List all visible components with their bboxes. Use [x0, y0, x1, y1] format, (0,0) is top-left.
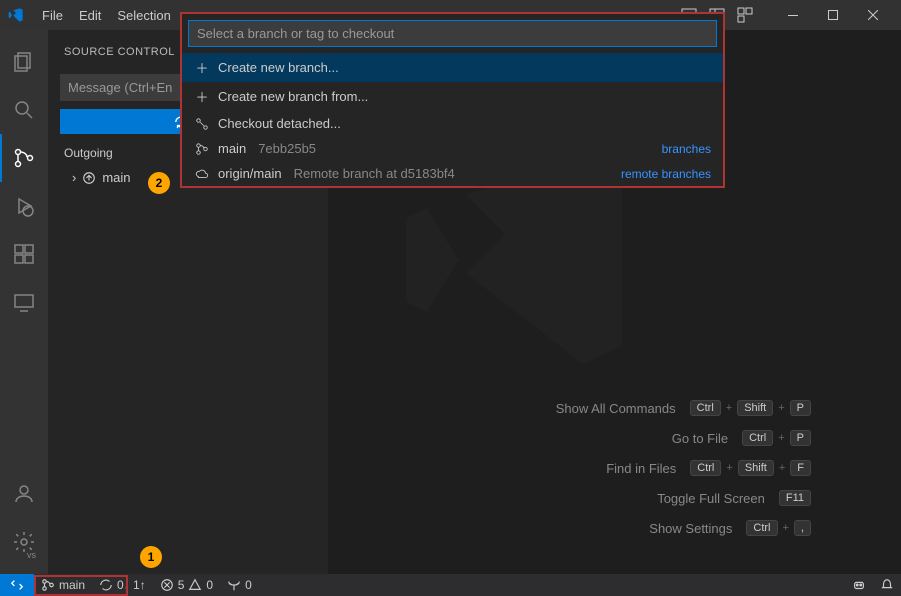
bell-icon [880, 578, 894, 592]
dropdown-checkout-detached[interactable]: Checkout detached... [182, 111, 723, 136]
plus-icon: ＋ [194, 87, 210, 106]
branch-icon [194, 142, 210, 156]
cloud-icon [194, 167, 210, 181]
errors-status[interactable]: 5 0 [153, 574, 220, 596]
hint-settings: Show SettingsCtrl+, [556, 520, 811, 536]
detached-icon [194, 117, 210, 131]
close-button[interactable] [853, 0, 893, 30]
chevron-right-icon: › [72, 170, 76, 185]
activity-bar: vs [0, 30, 48, 574]
extensions-tab[interactable] [0, 230, 48, 278]
layout-customize-icon[interactable] [737, 7, 753, 23]
dropdown-create-branch[interactable]: ＋Create new branch... [182, 53, 723, 82]
dropdown-branch-main[interactable]: main7ebb25b5branches [182, 136, 723, 161]
hint-show-commands: Show All CommandsCtrl+Shift+P [556, 400, 811, 416]
warning-icon [188, 578, 202, 592]
debug-tab[interactable] [0, 182, 48, 230]
dropdown-branch-origin-main[interactable]: origin/mainRemote branch at d5183bf4remo… [182, 161, 723, 186]
menu-edit[interactable]: Edit [71, 8, 109, 23]
menu-selection[interactable]: Selection [109, 8, 178, 23]
annotation-highlight-statusbar [34, 575, 128, 596]
upload-icon [82, 171, 96, 185]
settings-gear-icon[interactable]: vs [0, 518, 48, 566]
plus-icon: ＋ [194, 58, 210, 77]
annotation-callout-2: 2 [148, 172, 170, 194]
vscode-logo-icon [8, 7, 24, 23]
branch-picker-input[interactable]: Select a branch or tag to checkout [188, 20, 717, 47]
status-bar: main 0↓ 1↑ 5 0 0 [0, 574, 901, 596]
explorer-tab[interactable] [0, 38, 48, 86]
dropdown-create-branch-from[interactable]: ＋Create new branch from... [182, 82, 723, 111]
minimize-button[interactable] [773, 0, 813, 30]
copilot-icon [852, 578, 866, 592]
account-icon[interactable] [0, 470, 48, 518]
annotation-callout-1: 1 [140, 546, 162, 568]
branch-picker-dropdown: Select a branch or tag to checkout ＋Crea… [180, 12, 725, 188]
hint-go-to-file: Go to FileCtrl+P [556, 430, 811, 446]
welcome-hints: Show All CommandsCtrl+Shift+P Go to File… [556, 400, 811, 550]
remote-tab[interactable] [0, 278, 48, 326]
search-tab[interactable] [0, 86, 48, 134]
antenna-icon [227, 578, 241, 592]
notifications-status[interactable] [873, 574, 901, 596]
error-icon [160, 578, 174, 592]
copilot-status[interactable] [845, 574, 873, 596]
maximize-button[interactable] [813, 0, 853, 30]
source-control-tab[interactable] [0, 134, 48, 182]
hint-fullscreen: Toggle Full ScreenF11 [556, 490, 811, 506]
hint-find-files: Find in FilesCtrl+Shift+F [556, 460, 811, 476]
remote-indicator[interactable] [0, 574, 34, 596]
menu-file[interactable]: File [34, 8, 71, 23]
ports-status[interactable]: 0 [220, 574, 259, 596]
